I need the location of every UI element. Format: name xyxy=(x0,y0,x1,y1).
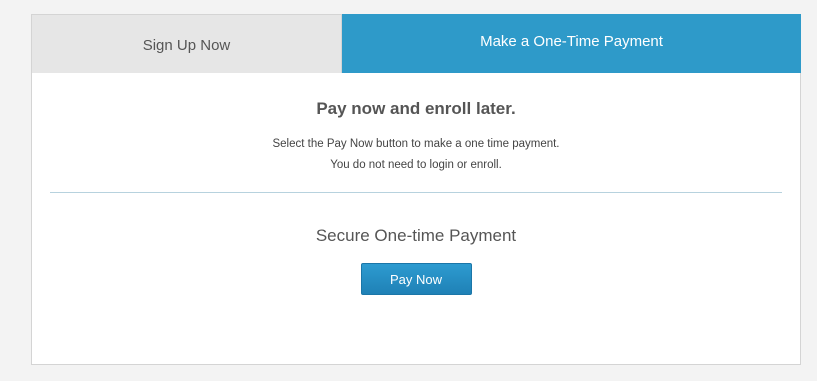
panel-description: Select the Pay Now button to make a one … xyxy=(32,134,800,176)
tab-bar: Sign Up Now Make a One-Time Payment xyxy=(32,14,801,73)
description-line-2: You do not need to login or enroll. xyxy=(330,159,502,171)
tab-sign-up-now-label: Sign Up Now xyxy=(142,36,231,54)
panel-heading: Pay now and enroll later. xyxy=(316,99,516,118)
tab-panel: Pay now and enroll later. Select the Pay… xyxy=(32,73,800,295)
pay-now-button[interactable]: Pay Now xyxy=(360,263,472,295)
payment-card: Sign Up Now Make a One-Time Payment Pay … xyxy=(31,14,801,365)
tab-one-time-payment-label: Make a One-Time Payment xyxy=(480,33,663,50)
description-line-1: Select the Pay Now button to make a one … xyxy=(272,138,560,150)
secure-payment-title: Secure One-time Payment xyxy=(315,226,517,245)
tab-one-time-payment[interactable]: Make a One-Time Payment xyxy=(342,14,801,73)
tab-sign-up-now[interactable]: Sign Up Now xyxy=(32,15,342,73)
